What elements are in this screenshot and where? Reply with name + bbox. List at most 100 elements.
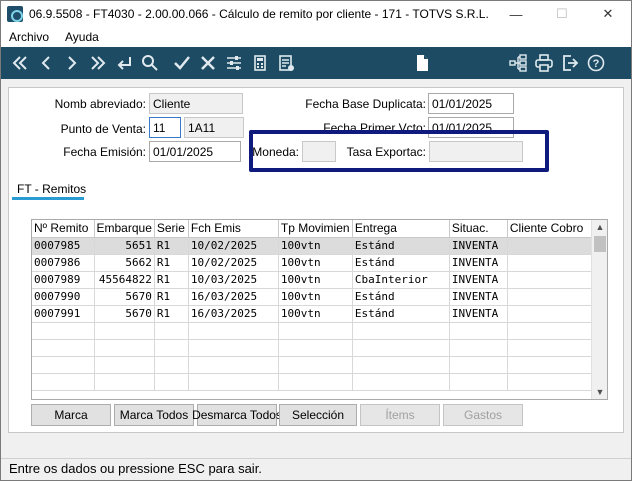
table-cell [278, 356, 353, 374]
menu-archivo[interactable]: Archivo [1, 30, 57, 44]
help-icon[interactable]: ? [583, 50, 609, 76]
menu-ayuda[interactable]: Ayuda [57, 30, 107, 44]
table-row[interactable]: 0007991 5670 R1 16/03/2025 100vtn Estánd INVEN… [32, 305, 593, 323]
table-cell: 100vtn [278, 305, 353, 323]
table-cell: INVENTA [449, 288, 508, 306]
table-cell [449, 322, 508, 340]
table-cell: INVENTA [449, 271, 508, 289]
table-cell: 100vtn [278, 271, 353, 289]
table-cell [278, 339, 353, 357]
col-header-entrega[interactable]: Entrega [352, 220, 450, 238]
col-header-situac[interactable]: Situac. [449, 220, 508, 238]
table-cell [154, 356, 189, 374]
table-cell: R1 [154, 237, 189, 255]
table-cell [32, 322, 95, 340]
fecha-base-field[interactable]: 01/01/2025 [428, 93, 514, 114]
table-cell: 0007990 [32, 288, 95, 306]
table-cell: INVENTA [449, 237, 508, 255]
scroll-down-icon[interactable]: ▼ [592, 385, 607, 399]
settings-sliders-icon[interactable] [221, 50, 247, 76]
table-cell [94, 322, 155, 340]
table-cell [507, 356, 593, 374]
table-cell [154, 339, 189, 357]
table-row-empty[interactable] [32, 356, 593, 374]
table-cell: Estánd [352, 305, 450, 323]
table-cell: 5662 [94, 254, 155, 272]
calculator-icon[interactable] [247, 50, 273, 76]
table-row[interactable]: 0007985 5651 R1 10/02/2025 100vtn Estánd INVEN… [32, 237, 593, 255]
exit-icon[interactable] [557, 50, 583, 76]
cancel-icon[interactable] [195, 50, 221, 76]
marca-todos-button[interactable]: Marca Todos [114, 404, 194, 426]
tree-icon[interactable] [505, 50, 531, 76]
table-cell: 5651 [94, 237, 155, 255]
table-row[interactable]: 0007990 5670 R1 16/03/2025 100vtn Estánd INVEN… [32, 288, 593, 306]
col-header-serie[interactable]: Serie [154, 220, 189, 238]
table-cell [507, 339, 593, 357]
punto-venta-label: Punto de Venta: [60, 122, 146, 136]
col-header-fch-emis[interactable]: Fch Emis [188, 220, 279, 238]
remitos-table: Nº Remito Embarque Serie Fch Emis Tp Mov… [32, 220, 593, 391]
table-row-empty[interactable] [32, 373, 593, 391]
grid-scrollbar[interactable]: ▲ ▼ [591, 220, 607, 399]
desmarca-todos-button[interactable]: Desmarca Todos [192, 404, 282, 426]
table-row-empty[interactable] [32, 339, 593, 357]
col-header-nro-remito[interactable]: Nº Remito [32, 220, 95, 238]
tab-active-indicator [12, 197, 84, 200]
close-button[interactable]: ✕ [585, 1, 631, 27]
title-bar[interactable]: 06.9.5508 - FT4030 - 2.00.00.066 - Cálcu… [1, 1, 631, 27]
return-icon[interactable] [111, 50, 137, 76]
table-cell: 10/03/2025 [188, 271, 279, 289]
marca-button[interactable]: Marca [31, 404, 111, 426]
table-cell: 100vtn [278, 288, 353, 306]
nomb-abreviado-label: Nomb abreviado: [54, 97, 146, 111]
fecha-base-label: Fecha Base Duplicata: [305, 97, 426, 111]
table-cell: CbaInterior [352, 271, 450, 289]
table-cell [94, 356, 155, 374]
nomb-abreviado-field[interactable]: Cliente [149, 93, 243, 114]
status-bar: Entre os dados ou pressione ESC para sai… [1, 458, 631, 480]
table-cell [278, 322, 353, 340]
first-icon[interactable] [7, 50, 33, 76]
table-cell [449, 339, 508, 357]
print-icon[interactable] [531, 50, 557, 76]
col-header-tp-movimien[interactable]: Tp Movimien [278, 220, 353, 238]
app-icon [7, 6, 23, 22]
table-row[interactable]: 0007986 5662 R1 10/02/2025 100vtn Estánd INVEN… [32, 254, 593, 272]
minimize-button[interactable]: — [493, 1, 539, 27]
prev-icon[interactable] [33, 50, 59, 76]
table-cell [507, 254, 593, 272]
table-cell [32, 339, 95, 357]
col-header-embarque[interactable]: Embarque [94, 220, 155, 238]
table-cell: 100vtn [278, 254, 353, 272]
scroll-thumb[interactable] [594, 236, 606, 252]
new-document-icon[interactable] [409, 50, 435, 76]
table-cell [449, 356, 508, 374]
table-row-empty[interactable] [32, 322, 593, 340]
fecha-emision-field[interactable]: 01/01/2025 [149, 141, 241, 162]
app-window: 06.9.5508 - FT4030 - 2.00.00.066 - Cálcu… [0, 0, 632, 481]
punto-venta-field[interactable]: 11 [149, 117, 181, 138]
fecha-emision-label: Fecha Emisión: [63, 145, 146, 159]
table-cell [188, 373, 279, 391]
table-cell: 100vtn [278, 237, 353, 255]
notes-icon[interactable] [273, 50, 299, 76]
confirm-icon[interactable] [169, 50, 195, 76]
table-cell [278, 373, 353, 391]
next-icon[interactable] [59, 50, 85, 76]
table-cell [507, 322, 593, 340]
table-cell: 10/02/2025 [188, 237, 279, 255]
col-header-cliente-cobro[interactable]: Cliente Cobro [507, 220, 593, 238]
last-icon[interactable] [85, 50, 111, 76]
table-row[interactable]: 0007989 45564822 R1 10/03/2025 100vtn CbaInte… [32, 271, 593, 289]
maximize-button[interactable]: ☐ [539, 1, 585, 27]
search-icon[interactable] [137, 50, 163, 76]
items-button[interactable]: Ítems [360, 404, 440, 426]
gastos-button[interactable]: Gastos [443, 404, 523, 426]
grid-body: 0007985 5651 R1 10/02/2025 100vtn Estánd INVEN… [32, 237, 593, 391]
seleccion-button[interactable]: Selección [279, 404, 357, 426]
grid-header-row: Nº Remito Embarque Serie Fch Emis Tp Mov… [32, 220, 593, 238]
remitos-grid[interactable]: Nº Remito Embarque Serie Fch Emis Tp Mov… [31, 219, 608, 400]
scroll-up-icon[interactable]: ▲ [592, 220, 607, 234]
table-cell [188, 356, 279, 374]
